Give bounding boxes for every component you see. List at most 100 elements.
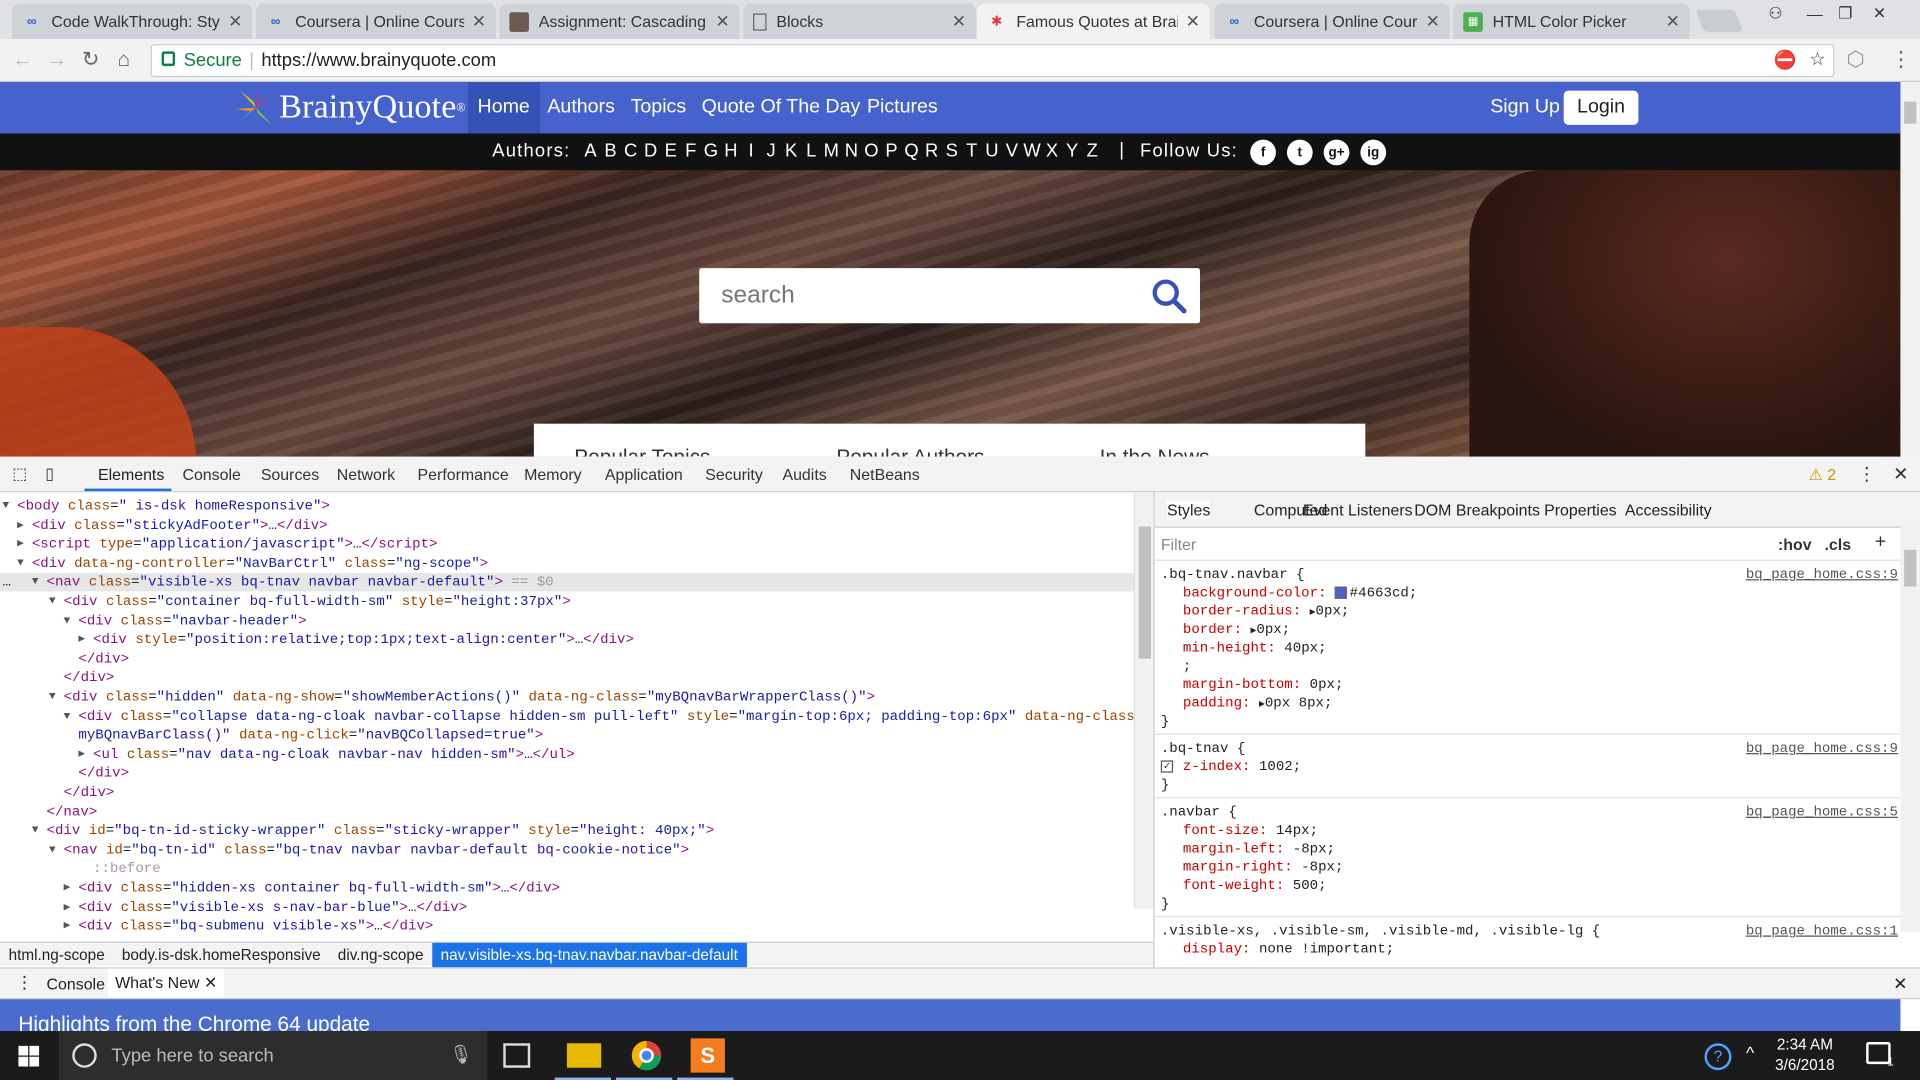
css-declaration[interactable]: ✓ z-index: 1002; [1160, 758, 1301, 776]
breadcrumb-item[interactable]: html.ng-scope [0, 942, 113, 966]
author-letter-link[interactable]: L [801, 141, 821, 162]
css-declaration[interactable]: font-size: 14px; [1183, 822, 1318, 840]
device-toolbar-icon[interactable]: ▯ [45, 464, 54, 484]
author-letter-link[interactable]: Q [902, 141, 922, 162]
brainyquote-logo[interactable]: BrainyQuote ® [235, 86, 466, 129]
url-field[interactable]: Secure | https://www.brainyquote.com ⛔ ☆ [150, 44, 1835, 78]
author-letter-link[interactable]: G [701, 141, 721, 162]
author-letter-link[interactable]: P [881, 141, 901, 162]
author-letter-link[interactable]: N [841, 141, 861, 162]
tab-memory[interactable]: Memory [524, 465, 581, 483]
author-letter-link[interactable]: E [661, 141, 681, 162]
drawer-tab-console[interactable]: Console [47, 975, 105, 993]
dom-node-line[interactable]: </div> [0, 650, 1134, 668]
author-letter-link[interactable]: U [982, 141, 1002, 162]
dom-node-line[interactable]: </div> [0, 784, 1134, 802]
extension-icon[interactable]: ⬡ [1847, 48, 1865, 72]
dom-node-line[interactable]: ▼ <div class="container bq-full-width-sm"… [0, 593, 1134, 611]
dom-expand-arrow-icon[interactable]: ▼ [64, 707, 71, 725]
close-drawer-tab-icon[interactable]: ✕ [204, 973, 217, 991]
hov-toggle[interactable]: :hov [1778, 535, 1812, 553]
author-letter-link[interactable]: S [942, 141, 962, 162]
back-icon[interactable]: ← [12, 48, 33, 72]
devtools-menu-icon[interactable]: ⋮ [1858, 463, 1876, 485]
css-property-value[interactable]: 0px; [1256, 622, 1290, 638]
dom-node-line[interactable]: ▶ <ul class="nav data-ng-cloak navbar-nav… [0, 745, 1134, 763]
nav-home[interactable]: Home [467, 82, 540, 134]
css-property-value[interactable]: 40px; [1284, 640, 1326, 656]
author-letter-link[interactable]: X [1042, 141, 1062, 162]
tab-security[interactable]: Security [705, 465, 763, 483]
author-letter-link[interactable]: B [600, 141, 620, 162]
dom-node-line[interactable]: ▼ <body class=" is-dsk homeResponsive"> [0, 497, 1134, 515]
css-property-value[interactable]: 0px 8px; [1265, 696, 1333, 712]
reload-icon[interactable]: ↻ [82, 48, 99, 72]
author-letter-link[interactable]: W [1022, 141, 1042, 162]
close-window-button[interactable]: ✕ [1866, 0, 1893, 27]
dom-expand-arrow-icon[interactable]: ▶ [78, 745, 85, 763]
author-letter-link[interactable]: D [641, 141, 661, 162]
tab-network[interactable]: Network [337, 465, 395, 483]
dom-node-line[interactable]: ▶ <div class="hidden-xs container bq-full… [0, 879, 1134, 897]
css-declaration[interactable]: background-color: #4663cd; [1183, 584, 1417, 602]
browser-tab[interactable]: ▦ HTML Color Picker ✕ [1453, 3, 1690, 40]
close-tab-icon[interactable]: ✕ [228, 11, 242, 32]
file-explorer-icon[interactable] [566, 1043, 602, 1068]
minimize-button[interactable]: — [1801, 0, 1828, 27]
css-declaration[interactable]: border: ▶0px; [1183, 621, 1290, 639]
devtools-close-icon[interactable]: ✕ [1893, 463, 1908, 485]
dom-node-line[interactable]: myBQnavBarClass()" data-ng-click="navBQC… [0, 726, 1134, 744]
dom-expand-arrow-icon[interactable]: ▼ [32, 574, 39, 592]
declaration-checkbox[interactable]: ✓ [1160, 760, 1174, 773]
css-property-name[interactable]: padding: [1183, 696, 1251, 712]
tab-properties[interactable]: Properties [1544, 501, 1617, 519]
dom-node-line[interactable]: ▼ <div class="collapse data-ng-cloak navb… [0, 707, 1144, 725]
dom-expand-arrow-icon[interactable]: ▶ [17, 535, 24, 553]
author-letter-link[interactable]: R [922, 141, 942, 162]
search-icon[interactable] [1151, 278, 1188, 315]
dom-node-line[interactable]: ▼ <nav class="visible-xs bq-tnav navbar n… [0, 573, 1134, 592]
windows-start-icon[interactable] [18, 1045, 40, 1067]
dom-node-line[interactable]: ▼ <div id="bq-tn-id-sticky-wrapper" class… [0, 822, 1134, 840]
css-source-link[interactable]: bq_page_home.css:9 [1746, 740, 1898, 758]
dom-expand-arrow-icon[interactable]: ▶ [64, 898, 71, 916]
css-property-name[interactable]: display: [1183, 942, 1251, 958]
browser-tab[interactable]: Blocks ✕ [743, 3, 976, 40]
close-tab-icon[interactable]: ✕ [472, 11, 486, 32]
dom-expand-arrow-icon[interactable]: ▶ [17, 516, 24, 534]
cls-toggle[interactable]: .cls [1825, 535, 1852, 553]
chrome-icon[interactable] [629, 1038, 663, 1072]
tab-audits[interactable]: Audits [782, 465, 826, 483]
css-source-link[interactable]: bq_page_home.css:1 [1746, 922, 1898, 940]
tab-dom-breakpoints[interactable]: DOM Breakpoints [1414, 501, 1540, 519]
css-declaration[interactable]: margin-right: -8px; [1183, 858, 1344, 876]
warnings-badge[interactable]: ⚠ 2 [1809, 465, 1837, 485]
css-rule-selector[interactable]: .bq-tnav.navbar {bq_page_home.css:9 [1161, 566, 1898, 584]
browser-tab[interactable]: Assignment: Cascading S ✕ [499, 3, 740, 40]
popular-topics-heading[interactable]: Popular Topics [574, 446, 710, 457]
browser-tab-active[interactable]: ✱ Famous Quotes at Brainy ✕ [977, 3, 1210, 40]
dom-expand-arrow-icon[interactable]: ▼ [64, 612, 71, 630]
css-property-name[interactable]: border-radius: [1183, 604, 1301, 620]
author-letter-link[interactable]: Z [1082, 141, 1102, 162]
breadcrumb-item-selected[interactable]: nav.visible-xs.bq-tnav.navbar.navbar-def… [432, 942, 747, 967]
dom-expand-arrow-icon[interactable]: ▼ [49, 593, 56, 611]
dom-node-line[interactable]: ▼ <div class="hidden" data-ng-show="showM… [0, 688, 1134, 706]
dom-tree-scrollbar[interactable] [1133, 492, 1154, 909]
login-button[interactable]: Login [1563, 90, 1639, 125]
dom-node-line[interactable]: ▶ <script type="application/javascript">…… [0, 535, 1134, 553]
css-property-name[interactable]: background-color: [1183, 585, 1327, 601]
close-tab-icon[interactable]: ✕ [1426, 11, 1440, 32]
browser-tab[interactable]: ∞ Coursera | Online Course ✕ [1214, 3, 1450, 40]
css-rule-selector[interactable]: .navbar {bq_page_home.css:5 [1161, 803, 1898, 821]
author-letter-link[interactable]: H [721, 141, 741, 162]
author-letter-link[interactable]: I [741, 141, 761, 162]
instagram-icon[interactable]: ig [1360, 139, 1387, 166]
forward-icon[interactable]: → [47, 48, 68, 72]
close-tab-icon[interactable]: ✕ [715, 11, 729, 32]
author-letter-link[interactable]: A [580, 141, 600, 162]
css-property-value[interactable]: ; [1183, 659, 1191, 675]
css-source-link[interactable]: bq_page_home.css:5 [1746, 803, 1898, 821]
dom-expand-arrow-icon[interactable]: ▼ [49, 688, 56, 706]
twitter-icon[interactable]: t [1286, 139, 1313, 166]
